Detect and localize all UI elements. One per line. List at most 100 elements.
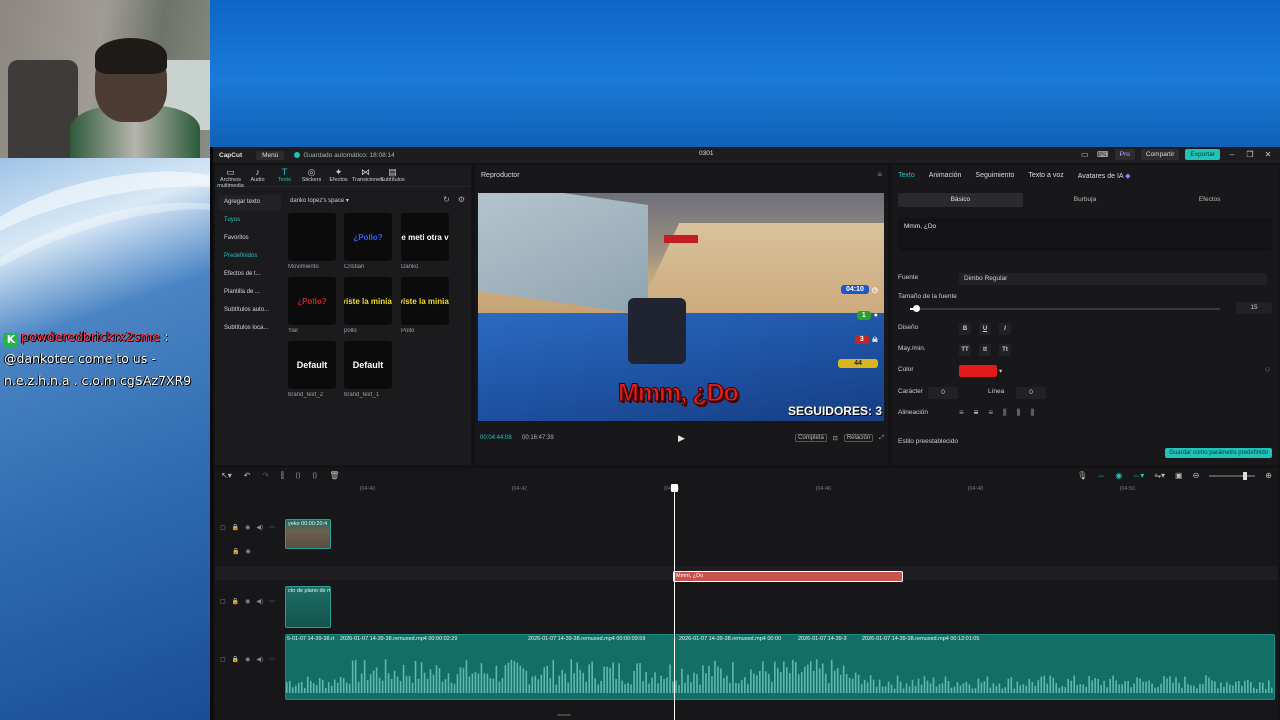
eye-icon[interactable]: ◉ [245,524,250,531]
tab-stickers[interactable]: ◎ Stickers [298,165,325,186]
tab-text-to-speech[interactable]: Texto a voz [1028,172,1063,180]
sidebar-item-templates[interactable]: Plantilla de ... [219,285,281,301]
preview-axis-icon[interactable]: ⇋▾ [1154,471,1165,480]
preset-item[interactable]: Movimiento [288,213,336,270]
tab-text[interactable]: T Texto [271,165,298,186]
sidebar-item-yours[interactable]: Tuyos [219,213,281,229]
magnet-icon[interactable]: ◉ [1115,471,1122,480]
zoom-slider[interactable] [1209,471,1256,480]
tab-media[interactable]: ▭ Archivos multimedia [217,165,244,189]
color-swatch[interactable] [959,365,997,377]
time-ruler[interactable]: |04:40 |04:42 |04:44 |04:46 |04:48 |04:5… [285,486,1275,496]
eye-icon[interactable]: ◉ [245,656,250,663]
keyframe-icon[interactable]: ◇ [1265,365,1270,373]
snap-icon[interactable]: ⇔▾ [1132,471,1144,480]
eye-icon[interactable]: ◉ [245,548,250,555]
bold-button[interactable]: B [959,323,971,335]
tab-subtitles[interactable]: ▤ Subtítulos [379,165,406,186]
uppercase-button[interactable]: TT [959,344,971,356]
align-left-icon[interactable]: ≡ [959,408,964,418]
subtab-basic[interactable]: Básico [898,193,1023,207]
sidebar-item-text-effects[interactable]: Efectos de t... [219,267,281,283]
align-center-icon[interactable]: ≡ [974,408,979,418]
underline-button[interactable]: U [979,323,991,335]
zoom-out-icon[interactable]: ⊖ [1193,471,1200,480]
vertical-middle-icon[interactable]: ⫼ [1017,408,1021,418]
tab-audio[interactable]: ♪ Audio [244,165,271,186]
more-icon[interactable]: ⋯ [269,524,275,531]
sidebar-item-presets[interactable]: Predefinidos [219,249,281,265]
split-left-icon[interactable]: ⌷ [296,471,301,481]
font-select[interactable]: Dimbo Regular [959,273,1267,285]
chevron-down-icon[interactable]: ▾ [999,367,1002,375]
split-icon[interactable]: ⫿ [281,471,284,481]
split-right-icon[interactable]: ⌷ [313,471,318,481]
eye-icon[interactable]: ◉ [245,598,250,605]
vertical-top-icon[interactable]: ⫼ [1003,408,1007,418]
video-clip[interactable]: yeko 00:00:20:4 [285,519,331,549]
sidebar-item-add-text[interactable]: Agregar texto [219,195,281,211]
lock-icon[interactable]: 🔒 [232,524,239,531]
audio-icon[interactable]: ◀) [256,524,263,531]
preset-item[interactable]: ¿Pollo? Yair [288,277,336,334]
sidebar-item-auto-subtitles[interactable]: Subtítulos auto... [219,303,281,319]
more-icon[interactable]: ⋯ [269,598,275,605]
aspect-ratio-button[interactable]: Relación [843,434,874,442]
mic-icon[interactable]: 🎙 [1077,471,1087,480]
text-content-input[interactable]: Mmm, ¿Do [898,217,1272,251]
playhead[interactable] [671,484,678,720]
subtab-bubble[interactable]: Burbuja [1023,193,1148,207]
menu-button[interactable]: Menú [256,150,285,160]
link-icon[interactable]: ⇔ [1097,471,1105,480]
lock-icon[interactable]: 🔒 [232,548,239,555]
redo-icon[interactable]: ↷ [262,471,269,481]
subtab-effects[interactable]: Efectos [1147,193,1272,207]
expand-icon[interactable]: ⤢ [879,435,884,442]
font-size-input[interactable]: 15 [1236,302,1272,314]
track-cover-icon[interactable]: ▢ [220,656,226,663]
subtitle-icon[interactable]: ▣ [1175,471,1183,480]
maximize-icon[interactable]: ❐ [1244,150,1256,159]
audio-icon[interactable]: ◀) [256,598,263,605]
undo-icon[interactable]: ↶ [244,471,251,481]
align-right-icon[interactable]: ≡ [988,408,993,418]
audio-icon[interactable]: ◀) [256,656,263,663]
play-icon[interactable]: ▶ [678,433,685,444]
vertical-bottom-icon[interactable]: ⫼ [1030,408,1034,418]
menu-icon[interactable]: ≡ [877,170,882,179]
close-icon[interactable]: ✕ [1262,150,1274,159]
select-tool-icon[interactable]: ↖▾ [221,471,232,481]
preset-item[interactable]: e meti otra v Danko [401,213,449,270]
lock-icon[interactable]: 🔒 [232,598,239,605]
pro-button[interactable]: Pro [1114,149,1135,160]
preset-item[interactable]: viste la miniat pollo [344,277,392,334]
preset-item[interactable]: Default brand_text_2 [288,341,336,398]
preset-item[interactable]: Default brand_text_1 [344,341,392,398]
titlecase-button[interactable]: Tt [999,344,1011,356]
crop-icon[interactable]: ⊡ [833,435,838,442]
minimize-icon[interactable]: – [1226,150,1238,159]
tab-effects[interactable]: ✦ Efectos [325,165,352,186]
delete-icon[interactable]: 🗑 [329,471,339,481]
sidebar-item-favorites[interactable]: Favoritos [219,231,281,247]
tab-tracking[interactable]: Seguimiento [975,172,1014,180]
tab-ai-avatars[interactable]: Avatares de IA ◆ [1078,172,1131,180]
more-icon[interactable]: ⋯ [269,656,275,663]
lowercase-button[interactable]: tt [979,344,991,356]
font-size-slider[interactable] [910,305,1220,312]
tab-animation[interactable]: Animación [929,172,962,180]
export-button[interactable]: Exportar [1185,149,1220,160]
tab-text-props[interactable]: Texto [898,172,915,180]
caption-overlay[interactable]: Mmm, ¿Do [618,379,740,408]
italic-button[interactable]: I [999,323,1011,335]
zoom-in-icon[interactable]: ⊕ [1265,471,1272,480]
line-spacing-input[interactable]: 0 [1016,387,1046,399]
text-clip[interactable]: Mmm, ¿Do [673,571,903,582]
track-cover-icon[interactable]: ▢ [220,598,226,605]
timeline-scrollbar[interactable] [557,714,571,716]
settings-icon[interactable]: ⚙ [458,195,465,204]
share-button[interactable]: Compartir [1140,149,1180,160]
space-selector[interactable]: danko lopez's space ▾ [290,197,349,204]
layout-icon[interactable]: ▭ [1079,150,1091,159]
video-clip-2[interactable]: cto de plano de m [285,586,331,628]
